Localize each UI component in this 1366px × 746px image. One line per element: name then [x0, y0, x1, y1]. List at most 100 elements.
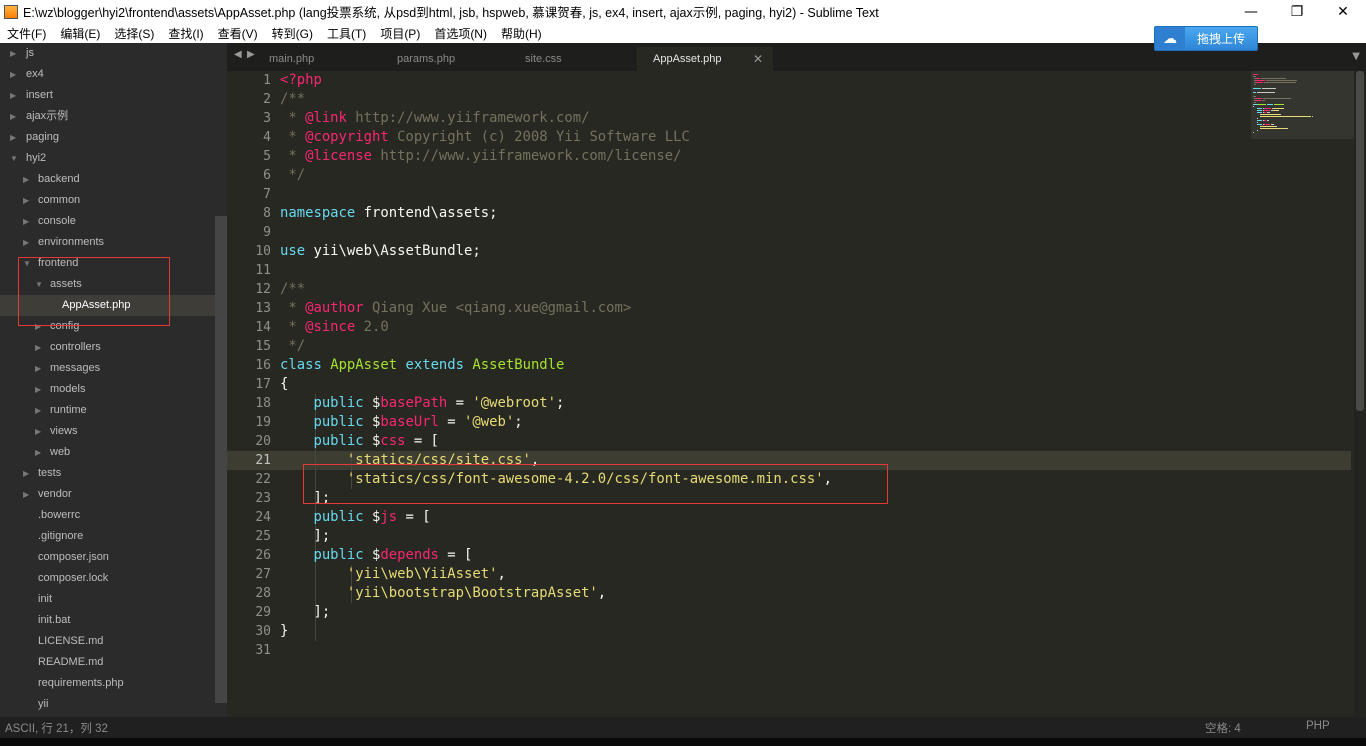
chevron-down-icon[interactable]: ▼ [10, 148, 18, 169]
tab-site-css[interactable]: site.css [509, 47, 637, 71]
chevron-right-icon[interactable]: ▶ [35, 358, 41, 379]
folder-item[interactable]: ▶ ajax示例 [0, 106, 227, 127]
folder-item[interactable]: ▶ controllers [0, 337, 227, 358]
menu-item[interactable]: 查找(I) [161, 25, 210, 42]
folder-item[interactable]: ▶ backend [0, 169, 227, 190]
code-line[interactable]: * @license http://www.yiiframework.com/l… [280, 147, 832, 166]
code-line[interactable]: /** [280, 90, 832, 109]
chevron-right-icon[interactable]: ▶ [23, 484, 29, 505]
folder-item[interactable]: ▶ web [0, 442, 227, 463]
folder-item[interactable]: ▶ views [0, 421, 227, 442]
code-line[interactable]: public $basePath = '@webroot'; [280, 394, 832, 413]
file-item[interactable]: composer.json [0, 547, 227, 568]
chevron-right-icon[interactable]: ▶ [35, 337, 41, 358]
status-syntax[interactable]: PHP [1306, 720, 1330, 732]
folder-item[interactable]: ▶ tests [0, 463, 227, 484]
folder-item[interactable]: ▶ paging [0, 127, 227, 148]
folder-item[interactable]: ▶ vendor [0, 484, 227, 505]
editor-scrollbar[interactable] [1354, 71, 1366, 717]
folder-item[interactable]: ▼ hyi2 [0, 148, 227, 169]
menu-item[interactable]: 选择(S) [107, 25, 161, 42]
code-line[interactable]: public $depends = [ [280, 546, 832, 565]
folder-item[interactable]: ▶ messages [0, 358, 227, 379]
code-line[interactable]: * @link http://www.yiiframework.com/ [280, 109, 832, 128]
upload-button[interactable]: ☁ 拖拽上传 [1154, 26, 1258, 51]
folder-item[interactable]: ▶ runtime [0, 400, 227, 421]
code-line[interactable]: { [280, 375, 832, 394]
folder-item[interactable]: ▶ ex4 [0, 64, 227, 85]
file-item[interactable]: .gitignore [0, 526, 227, 547]
file-item[interactable]: init.bat [0, 610, 227, 631]
tab-dropdown-icon[interactable]: ▼ [1352, 51, 1360, 62]
chevron-right-icon[interactable]: ▶ [10, 85, 16, 106]
code-line[interactable]: * @copyright Copyright (c) 2008 Yii Soft… [280, 128, 832, 147]
code-line[interactable]: class AppAsset extends AssetBundle [280, 356, 832, 375]
folder-item[interactable]: ▶ insert [0, 85, 227, 106]
file-item[interactable]: requirements.php [0, 673, 227, 694]
close-button[interactable]: ✕ [1320, 0, 1366, 23]
chevron-right-icon[interactable]: ▶ [35, 400, 41, 421]
folder-item[interactable]: ▶ environments [0, 232, 227, 253]
folder-item[interactable]: ▶ common [0, 190, 227, 211]
code-line[interactable]: use yii\web\AssetBundle; [280, 242, 832, 261]
tab-main-php[interactable]: main.php [253, 47, 381, 71]
chevron-right-icon[interactable]: ▶ [23, 463, 29, 484]
menu-item[interactable]: 编辑(E) [53, 25, 107, 42]
code-line[interactable]: ]; [280, 603, 832, 622]
code-line[interactable]: */ [280, 166, 832, 185]
code-line[interactable]: * @since 2.0 [280, 318, 832, 337]
chevron-right-icon[interactable]: ▶ [23, 169, 29, 190]
file-item[interactable]: init [0, 589, 227, 610]
chevron-right-icon[interactable]: ▶ [35, 442, 41, 463]
chevron-right-icon[interactable]: ▶ [10, 127, 16, 148]
sidebar-scrollbar[interactable] [215, 216, 227, 703]
code-line[interactable]: public $baseUrl = '@web'; [280, 413, 832, 432]
file-item[interactable]: LICENSE.md [0, 631, 227, 652]
editor-scrollbar-thumb[interactable] [1356, 71, 1364, 411]
file-item[interactable]: composer.lock [0, 568, 227, 589]
chevron-right-icon[interactable]: ▶ [10, 43, 16, 64]
code-line[interactable]: * @author Qiang Xue <qiang.xue@gmail.com… [280, 299, 832, 318]
folder-item[interactable]: ▶ js [0, 43, 227, 64]
chevron-right-icon[interactable]: ▶ [10, 106, 16, 127]
tab-appasset-php[interactable]: AppAsset.php ✕ [637, 47, 773, 71]
chevron-right-icon[interactable]: ▶ [35, 421, 41, 442]
menu-item[interactable]: 首选项(N) [427, 25, 494, 42]
tab-close-icon[interactable]: ✕ [753, 47, 763, 71]
chevron-right-icon[interactable]: ▶ [23, 190, 29, 211]
menu-item[interactable]: 转到(G) [265, 25, 320, 42]
restore-button[interactable]: ❐ [1274, 0, 1320, 23]
menu-item[interactable]: 帮助(H) [494, 25, 549, 42]
code-line[interactable]: ]; [280, 527, 832, 546]
chevron-right-icon[interactable]: ▶ [23, 232, 29, 253]
tab-params-php[interactable]: params.php [381, 47, 509, 71]
code-line[interactable] [280, 261, 832, 280]
code-line[interactable]: } [280, 622, 832, 641]
status-indentation[interactable]: 空格: 4 [1205, 720, 1241, 736]
code-line[interactable]: 'yii\web\YiiAsset', [280, 565, 832, 584]
file-item[interactable]: README.md [0, 652, 227, 673]
code-line[interactable]: */ [280, 337, 832, 356]
chevron-right-icon[interactable]: ▶ [10, 64, 16, 85]
tab-prev-arrow-icon[interactable]: ◀ [234, 49, 242, 60]
code-editor[interactable]: 1 2 3 4 5 6 7 8 9 10 11 12 13 14 15 16 17 18 19 20 21 22 23 24 2… [227, 71, 1351, 717]
file-item[interactable]: .bowerrc [0, 505, 227, 526]
chevron-right-icon[interactable]: ▶ [35, 379, 41, 400]
file-item[interactable]: yii [0, 694, 227, 715]
code-line[interactable]: public $js = [ [280, 508, 832, 527]
code-line[interactable] [280, 223, 832, 242]
menu-item[interactable]: 文件(F) [0, 25, 53, 42]
folder-item[interactable]: ▶ models [0, 379, 227, 400]
code-line[interactable] [280, 641, 832, 660]
code-line[interactable]: public $css = [ [280, 432, 832, 451]
code-line[interactable]: <?php [280, 71, 832, 90]
code-line[interactable]: namespace frontend\assets; [280, 204, 832, 223]
minimize-button[interactable]: — [1228, 0, 1274, 23]
menu-item[interactable]: 项目(P) [373, 25, 427, 42]
code-line[interactable]: /** [280, 280, 832, 299]
code-line[interactable]: 'yii\bootstrap\BootstrapAsset', [280, 584, 832, 603]
minimap[interactable] [1251, 71, 1354, 139]
code-line[interactable] [280, 185, 832, 204]
menu-item[interactable]: 工具(T) [320, 25, 373, 42]
code-content[interactable]: <?php /** * @link http://www.yiiframework… [280, 71, 832, 660]
